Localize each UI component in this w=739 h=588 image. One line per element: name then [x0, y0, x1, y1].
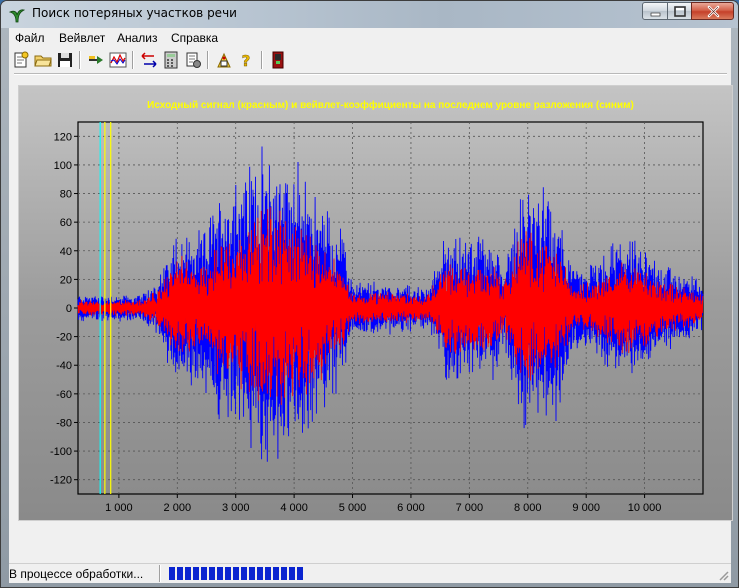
x-tick-label: 10 000 [628, 502, 662, 514]
progress-segment [177, 567, 183, 580]
chart-title: Исходный сигнал (красным) и вейвлет-коэф… [147, 99, 634, 111]
menu-wavelet[interactable]: Вейвлет [59, 31, 105, 45]
signal-chart: Исходный сигнал (красным) и вейвлет-коэф… [50, 99, 704, 514]
app-icon [8, 9, 25, 23]
y-tick-label: 80 [60, 189, 72, 201]
progress-segment [241, 567, 247, 580]
status-bar: В процессе обработки... [9, 563, 731, 583]
y-tick-label: -100 [50, 446, 72, 458]
progress-segment [201, 567, 207, 580]
x-tick-label: 5 000 [339, 502, 367, 514]
y-tick-label: 20 [60, 274, 72, 286]
y-tick-label: -120 [50, 475, 72, 487]
progress-bar [169, 567, 369, 580]
x-tick-label: 4 000 [280, 502, 308, 514]
progress-segment [297, 567, 303, 580]
y-tick-label: 60 [60, 217, 72, 229]
y-tick-label: -20 [56, 332, 72, 344]
y-tick-label: -40 [56, 360, 72, 372]
x-tick-label: 2 000 [164, 502, 192, 514]
progress-segment [233, 567, 239, 580]
progress-segment [225, 567, 231, 580]
x-tick-label: 9 000 [572, 502, 600, 514]
progress-segment [209, 567, 215, 580]
y-tick-label: 100 [54, 160, 72, 172]
compare-icon[interactable] [140, 51, 158, 69]
window-title: Поиск потеряных участков речи [32, 6, 237, 20]
progress-segment [257, 567, 263, 580]
progress-segment [169, 567, 175, 580]
progress-segment [185, 567, 191, 580]
client-area: Файл Вейвлет Анализ Справка ? Исходный с… [9, 28, 733, 583]
report-icon[interactable] [215, 51, 233, 69]
maximize-button[interactable] [667, 2, 692, 20]
y-tick-label: -80 [56, 417, 72, 429]
minimize-button[interactable] [642, 2, 668, 20]
calculator-icon[interactable] [162, 51, 180, 69]
maximize-icon [674, 6, 686, 17]
exit-icon[interactable] [269, 51, 287, 69]
document-settings-icon[interactable] [184, 51, 202, 69]
x-tick-label: 7 000 [456, 502, 484, 514]
chart-panel: Исходный сигнал (красным) и вейвлет-коэф… [18, 85, 733, 521]
close-icon [707, 5, 720, 18]
progress-segment [193, 567, 199, 580]
folder-icon[interactable] [34, 51, 52, 69]
menu-analysis[interactable]: Анализ [117, 31, 158, 45]
status-separator [159, 565, 161, 582]
svg-text:?: ? [242, 52, 251, 69]
y-tick-label: 40 [60, 246, 72, 258]
progress-segment [265, 567, 271, 580]
progress-segment [249, 567, 255, 580]
resize-grip-icon[interactable] [717, 569, 729, 581]
main-window: Поиск потеряных участков речи Файл Вейвл… [0, 0, 739, 588]
progress-segment [281, 567, 287, 580]
toolbar-separator [207, 51, 209, 69]
title-bar[interactable]: Поиск потеряных участков речи [1, 1, 738, 28]
y-tick-label: 120 [54, 131, 72, 143]
help-icon[interactable]: ? [237, 51, 255, 69]
x-tick-label: 6 000 [397, 502, 425, 514]
save-icon[interactable] [56, 51, 74, 69]
status-text: В процессе обработки... [9, 567, 144, 581]
progress-segment [217, 567, 223, 580]
y-tick-label: 0 [66, 303, 72, 315]
y-tick-label: -60 [56, 389, 72, 401]
menu-file[interactable]: Файл [15, 31, 45, 45]
wavelet-icon[interactable] [87, 51, 105, 69]
toolbar-separator [79, 51, 81, 69]
signal-plot-icon[interactable] [109, 51, 127, 69]
toolbar-separator [132, 51, 134, 69]
x-tick-label: 8 000 [514, 502, 542, 514]
progress-segment [289, 567, 295, 580]
minimize-icon [650, 12, 661, 17]
menu-bar: Файл Вейвлет Анализ Справка [9, 28, 731, 48]
toolbar-separator [261, 51, 263, 69]
menu-help[interactable]: Справка [171, 31, 218, 45]
toolbar: ? [9, 49, 731, 71]
toolbar-divider [14, 73, 727, 75]
x-tick-label: 1 000 [105, 502, 133, 514]
open-file-icon[interactable] [12, 51, 30, 69]
x-tick-label: 3 000 [222, 502, 250, 514]
progress-segment [273, 567, 279, 580]
close-button[interactable] [691, 2, 734, 20]
